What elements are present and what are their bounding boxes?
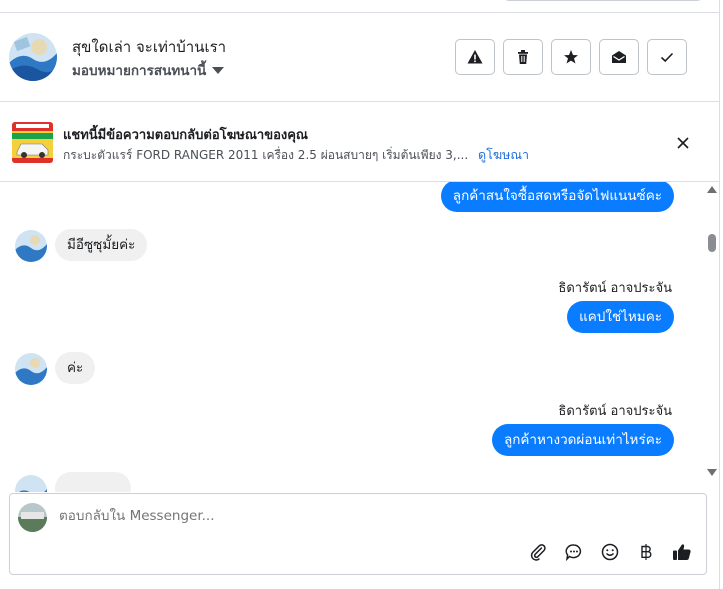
- composer-toolbar: [526, 540, 694, 564]
- mark-unread-button[interactable]: [599, 39, 639, 75]
- contact-mini-avatar: [15, 353, 47, 385]
- paperclip-icon: [530, 544, 546, 561]
- star-icon: [564, 50, 578, 64]
- thread-scrollbar[interactable]: [705, 182, 719, 492]
- panel-divider: [719, 0, 720, 589]
- star-button[interactable]: [551, 39, 591, 75]
- message-sender-name: ธิดารัตน์ อาจประจัน: [558, 281, 672, 296]
- close-icon: [677, 137, 689, 149]
- trash-icon: [518, 50, 528, 64]
- thumbs-up-icon: [673, 544, 691, 560]
- delete-button[interactable]: [503, 39, 543, 75]
- assign-conversation-dropdown[interactable]: มอบหมายการสนทนานี้: [72, 59, 225, 81]
- scrollbar-thumb[interactable]: [708, 234, 716, 252]
- payment-button[interactable]: [634, 540, 658, 564]
- reply-input[interactable]: [59, 508, 659, 524]
- message-incoming-partial: [55, 472, 131, 492]
- scroll-up-arrow-icon[interactable]: [707, 186, 717, 193]
- speech-bubble-icon: [565, 544, 582, 561]
- smiley-icon: [601, 543, 619, 561]
- like-button[interactable]: [670, 540, 694, 564]
- view-ad-link[interactable]: ดูโฆษณา: [478, 147, 529, 162]
- ad-thumbnail: [12, 122, 53, 163]
- warning-icon: [467, 50, 483, 64]
- contact-mini-avatar: [15, 230, 47, 262]
- baht-icon: [641, 544, 652, 560]
- mark-done-button[interactable]: [647, 39, 687, 75]
- message-incoming: ค่ะ: [55, 352, 96, 384]
- message-incoming: มีอีซูซุมั้ยค่ะ: [55, 229, 148, 261]
- scroll-down-arrow-icon[interactable]: [707, 469, 717, 476]
- top-search-box[interactable]: [503, 0, 703, 1]
- contact-avatar[interactable]: [9, 33, 57, 81]
- caret-down-icon: [212, 66, 225, 74]
- ad-description-text: กระบะตัวแรร์ FORD RANGER 2011 เครื่อง 2.…: [63, 148, 469, 162]
- contact-mini-avatar: [15, 475, 47, 492]
- top-toolbar-strip: [0, 0, 720, 13]
- contact-name: สุขใดเล่า จะเท่าบ้านเรา: [72, 38, 227, 56]
- attach-button[interactable]: [526, 540, 550, 564]
- close-banner-button[interactable]: [672, 132, 694, 154]
- report-button[interactable]: [455, 39, 495, 75]
- message-outgoing: แคปใช่ไหมคะ: [567, 301, 674, 333]
- ad-banner-title: แชทนี้มีข้อความตอบกลับต่อโฆษณาของคุณ: [63, 128, 308, 143]
- reply-composer: [9, 493, 707, 575]
- emoji-button[interactable]: [598, 540, 622, 564]
- ad-reply-banner: แชทนี้มีข้อความตอบกลับต่อโฆษณาของคุณ กระ…: [0, 102, 719, 182]
- page-avatar: [18, 503, 47, 532]
- message-outgoing: ลูกค้าหางวดผ่อนเท่าไหร่คะ: [491, 424, 674, 456]
- conversation-header: สุขใดเล่า จะเท่าบ้านเรา มอบหมายการสนทนาน…: [0, 13, 719, 102]
- assign-label: มอบหมายการสนทนานี้: [72, 63, 207, 79]
- ad-description: กระบะตัวแรร์ FORD RANGER 2011 เครื่อง 2.…: [63, 145, 529, 165]
- envelope-open-icon: [612, 51, 626, 63]
- message-sender-name: ธิดารัตน์ อาจประจัน: [558, 404, 672, 419]
- check-icon: [660, 52, 674, 63]
- message-thread[interactable]: ลูกค้าสนใจซื้อสดหรือจัดไฟแนนซ์คะ มีอีซูซ…: [0, 182, 719, 492]
- saved-replies-button[interactable]: [562, 540, 586, 564]
- message-outgoing: ลูกค้าสนใจซื้อสดหรือจัดไฟแนนซ์คะ: [440, 182, 674, 212]
